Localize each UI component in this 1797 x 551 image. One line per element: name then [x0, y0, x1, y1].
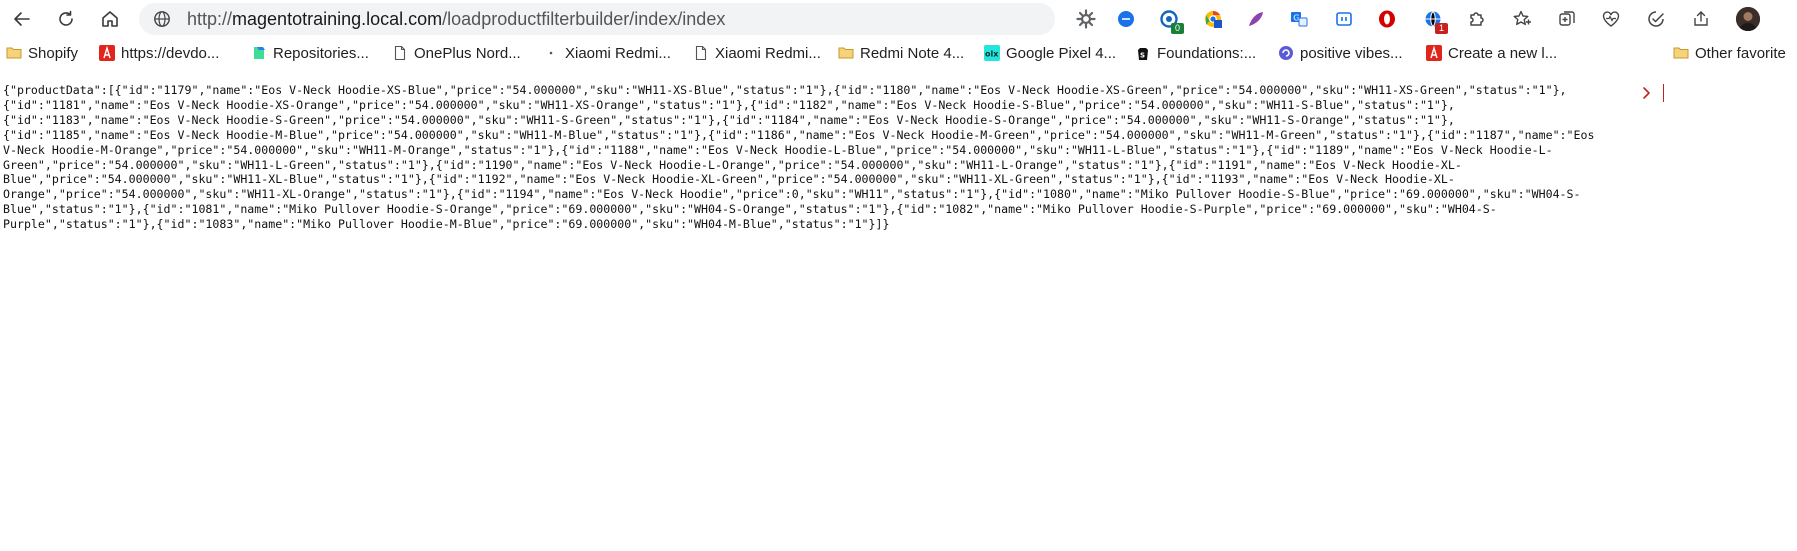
bookmark-label: Foundations:...	[1157, 44, 1257, 62]
refresh-button[interactable]	[52, 5, 80, 33]
json-text-line: Blue","price":"54.000000","sku":"WH11-XL…	[3, 172, 1455, 187]
repo-icon	[251, 45, 267, 61]
bookmark-label: Other favorite	[1695, 44, 1786, 62]
translate-extension-icon[interactable]: G	[1288, 8, 1310, 30]
bookmark-label: https://devdo...	[121, 44, 220, 62]
bookmark-label: Shopify	[28, 44, 79, 62]
back-arrow-icon	[14, 12, 30, 26]
bookmark-label: OnePlus Nord...	[414, 44, 521, 62]
json-text-line: Purple","status":"1"},{"id":"1083","name…	[3, 217, 890, 232]
bookmark-item[interactable]: https://devdo...	[99, 43, 219, 63]
json-text-line: {"id":"1185","name":"Eos V-Neck Hoodie-M…	[3, 127, 1595, 142]
bookmark-label: Xiaomi Redmi...	[565, 44, 671, 62]
json-response-body: {"productData":[{"id":"1179","name":"Eos…	[3, 83, 1793, 232]
bookmark-item[interactable]: positive vibes...	[1278, 43, 1403, 63]
bookmark-item[interactable]: Xiaomi Redmi...	[543, 43, 671, 63]
bookmark-label: Xiaomi Redmi...	[715, 44, 821, 62]
json-text-line: Green","price":"54.000000","sku":"WH11-L…	[3, 157, 1462, 172]
feather-extension-icon[interactable]	[1245, 8, 1267, 30]
bracket-extension-icon[interactable]	[1333, 8, 1355, 30]
refresh-icon	[59, 10, 73, 26]
profile-avatar[interactable]	[1736, 7, 1760, 31]
adobe-icon	[1426, 45, 1442, 61]
chrome-extension-icon[interactable]	[1202, 8, 1224, 30]
dot-icon	[543, 45, 559, 61]
svg-text:S: S	[1140, 52, 1145, 60]
json-text-line: {"productData":[{"id":"1179","name":"Eos…	[3, 83, 1567, 97]
bookmark-label: Redmi Note 4...	[860, 44, 965, 62]
json-text-line: {"id":"1181","name":"Eos V-Neck Hoodie-X…	[3, 97, 1455, 112]
svg-text:olx: olx	[985, 50, 999, 59]
url-domain: magentotraining.local.com	[232, 9, 443, 29]
vibes-icon	[1278, 45, 1294, 61]
url-text[interactable]: http://magentotraining.local.com/loadpro…	[187, 9, 725, 29]
bookmark-item[interactable]: S Foundations:...	[1135, 43, 1256, 63]
folder-icon	[838, 45, 854, 61]
home-button[interactable]	[96, 5, 124, 33]
globe-extension-icon[interactable]: 1	[1422, 8, 1448, 34]
page-icon	[392, 45, 408, 61]
bookmark-other-favorites[interactable]: Other favorite	[1673, 43, 1786, 63]
url-scheme: http://	[187, 9, 233, 29]
bookmark-label: Google Pixel 4...	[1006, 44, 1117, 62]
collections-icon[interactable]	[1556, 8, 1578, 30]
extension-badge: 1	[1435, 23, 1448, 34]
folder-icon	[1673, 45, 1689, 61]
performance-icon[interactable]	[1645, 8, 1667, 30]
bookmark-item[interactable]: Repositories...	[251, 43, 369, 63]
url-path: /loadproductfilterbuilder/index/index	[442, 9, 726, 29]
favorites-star-icon[interactable]	[1511, 8, 1533, 30]
bookmark-item[interactable]: Shopify	[6, 43, 78, 63]
back-button[interactable]	[8, 5, 36, 33]
bookmarks-bar: Shopify https://devdo... Repositories... On…	[0, 40, 1797, 102]
share-icon[interactable]	[1690, 8, 1712, 30]
globe-icon	[154, 11, 170, 27]
heart-pulse-icon[interactable]	[1600, 8, 1622, 30]
json-text-line: Blue","status":"1"},{"id":"1081","name":…	[3, 202, 1497, 217]
home-icon	[102, 11, 118, 27]
shield-extension-icon[interactable]: 0	[1158, 8, 1184, 34]
page-icon	[693, 45, 709, 61]
gear-extension-icon[interactable]	[1075, 8, 1097, 30]
puzzle-extension-icon[interactable]	[1466, 8, 1488, 30]
browser-toolbar: http://magentotraining.local.com/loadpro…	[0, 0, 1797, 38]
bookmark-label: Create a new l...	[1448, 44, 1558, 62]
json-text-line: V-Neck Hoodie-M-Orange","price":"54.0000…	[3, 142, 1553, 157]
blue-circle-extension-icon[interactable]	[1115, 8, 1137, 30]
json-text-line: {"id":"1183","name":"Eos V-Neck Hoodie-S…	[3, 112, 1455, 127]
bookmark-label: positive vibes...	[1300, 44, 1403, 62]
adobe-icon	[99, 45, 115, 61]
address-bar[interactable]: http://magentotraining.local.com/loadpro…	[139, 3, 1055, 35]
shopify-icon: S	[1135, 45, 1151, 61]
bookmark-item[interactable]: Create a new l...	[1426, 43, 1557, 63]
extension-badge: 0	[1171, 23, 1184, 34]
bookmark-item[interactable]: OnePlus Nord...	[392, 43, 521, 63]
bookmark-label: Repositories...	[273, 44, 369, 62]
opera-extension-icon[interactable]	[1376, 8, 1398, 30]
bookmark-item[interactable]: Redmi Note 4...	[838, 43, 964, 63]
bookmark-item[interactable]: olx Google Pixel 4...	[984, 43, 1116, 63]
olx-icon: olx	[984, 45, 1000, 61]
json-text-line: Orange","price":"54.000000","sku":"WH11-…	[3, 187, 1581, 202]
profile-photo-icon	[1736, 7, 1760, 31]
bookmark-item[interactable]: Xiaomi Redmi...	[693, 43, 821, 63]
folder-icon	[6, 45, 22, 61]
